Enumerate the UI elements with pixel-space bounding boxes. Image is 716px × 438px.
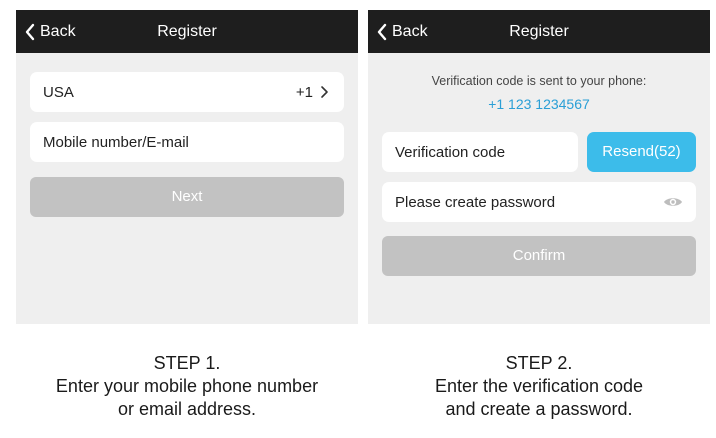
password-input[interactable]: Please create password [382,182,696,222]
country-code-group: +1 [296,84,331,101]
step2-caption: STEP 2. Enter the verification code and … [368,352,710,421]
step1-line1: Enter your mobile phone number [55,376,319,396]
country-selector[interactable]: USA +1 [30,72,344,112]
step1-caption: STEP 1. Enter your mobile phone number o… [16,352,358,421]
contact-placeholder: Mobile number/E-mail [43,133,189,151]
next-button[interactable]: Next [30,177,344,217]
register-screen-step2: Back Register Verification code is sent … [368,10,710,324]
step2-line1: Enter the verification code [434,376,644,396]
step2-line2: and create a password. [445,399,633,419]
navbar: Back Register [368,10,710,53]
phone-number: +1 123 1234567 [488,96,590,112]
verification-code-input[interactable]: Verification code [382,132,578,172]
resend-button[interactable]: Resend(52) [587,132,696,172]
verification-info-text: Verification code is sent to your phone: [431,74,647,88]
step1-line2: or email address. [117,399,257,419]
country-code: +1 [295,83,313,101]
register-screen-step1: Back Register USA +1 Mobile number/E-mai… [16,10,358,324]
navbar: Back Register [16,10,358,53]
step1-title: STEP 1. [153,353,221,373]
page-title: Register [157,23,217,40]
eye-icon[interactable] [663,195,683,209]
password-placeholder: Please create password [395,193,556,211]
page-title: Register [509,23,569,40]
confirm-button[interactable]: Confirm [382,236,696,276]
country-name: USA [43,83,74,101]
contact-input[interactable]: Mobile number/E-mail [30,122,344,162]
chevron-right-icon [321,86,328,98]
verification-code-placeholder: Verification code [395,143,506,161]
step2-title: STEP 2. [505,353,573,373]
